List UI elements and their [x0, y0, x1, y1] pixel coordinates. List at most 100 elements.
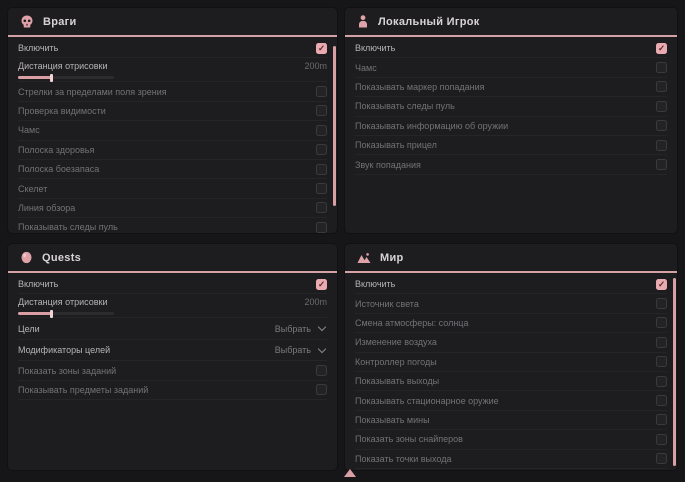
- row-toggle[interactable]: Показывать прицел: [355, 136, 667, 155]
- checkbox-unchecked[interactable]: [656, 356, 667, 367]
- toggle-label: Чамс: [355, 63, 377, 73]
- checkbox-unchecked[interactable]: [656, 414, 667, 425]
- row-toggle[interactable]: Контроллер погоды: [355, 353, 667, 372]
- row-select[interactable]: Модификаторы целейВыбрать: [18, 340, 327, 362]
- panel-header-world: Мир: [345, 244, 677, 273]
- row-toggle[interactable]: Показывать мины: [355, 411, 667, 430]
- row-toggle[interactable]: Смена атмосферы: солнца: [355, 314, 667, 333]
- checkbox-unchecked[interactable]: [316, 202, 327, 213]
- slider-thumb[interactable]: [50, 74, 53, 82]
- row-toggle[interactable]: Показать зоны снайперов: [355, 430, 667, 449]
- row-toggle[interactable]: Включить✓: [355, 275, 667, 294]
- toggle-label: Линия обзора: [18, 203, 75, 213]
- slider-track[interactable]: [18, 312, 114, 315]
- row-toggle[interactable]: Звук попадания: [355, 155, 667, 174]
- row-toggle[interactable]: Показывать маркер попадания: [355, 78, 667, 97]
- slider-fill: [18, 76, 52, 79]
- checkbox-checked[interactable]: ✓: [656, 279, 667, 290]
- toggle-label: Включить: [18, 43, 58, 53]
- checkbox-unchecked[interactable]: [656, 434, 667, 445]
- row-toggle[interactable]: Чамс: [18, 121, 327, 140]
- checkbox-checked[interactable]: ✓: [316, 279, 327, 290]
- toggle-label: Показывать прицел: [355, 140, 437, 150]
- slider-header: Дистанция отрисовки 200m: [18, 60, 327, 72]
- checkbox-unchecked[interactable]: [656, 101, 667, 112]
- checkbox-unchecked[interactable]: [316, 105, 327, 116]
- checkbox-unchecked[interactable]: [656, 395, 667, 406]
- panel-title: Мир: [380, 252, 404, 264]
- quest-icon: [20, 251, 33, 264]
- checkbox-unchecked[interactable]: [656, 62, 667, 73]
- row-toggle[interactable]: Показывать следы пуль: [18, 218, 327, 233]
- checkbox-unchecked[interactable]: [656, 376, 667, 387]
- slider-track[interactable]: [18, 76, 114, 79]
- checkbox-unchecked[interactable]: [656, 453, 667, 464]
- row-toggle[interactable]: Изменение воздуха: [355, 333, 667, 352]
- row-slider: Дистанция отрисовки 200m: [18, 58, 327, 82]
- checkbox-unchecked[interactable]: [316, 144, 327, 155]
- checkbox-unchecked[interactable]: [316, 183, 327, 194]
- checkbox-unchecked[interactable]: [656, 120, 667, 131]
- checkbox-unchecked[interactable]: [316, 125, 327, 136]
- select-dropdown[interactable]: Выбрать: [275, 345, 327, 355]
- checkbox-unchecked[interactable]: [316, 384, 327, 395]
- slider-fill: [18, 312, 52, 315]
- row-toggle[interactable]: Показывать выходы: [355, 372, 667, 391]
- row-toggle[interactable]: Включить ✓: [18, 39, 327, 58]
- checkbox-unchecked[interactable]: [316, 86, 327, 97]
- toggle-label: Источник света: [355, 299, 419, 309]
- toggle-label: Показать зоны заданий: [18, 366, 116, 376]
- panel-world: Мир Включить✓ Источник света Смена атмосфер…: [345, 244, 677, 470]
- row-toggle[interactable]: Скелет: [18, 179, 327, 198]
- checkbox-unchecked[interactable]: [656, 140, 667, 151]
- toggle-label: Показывать предметы заданий: [18, 385, 148, 395]
- panel-rows: Включить✓ Источник света Смена атмосферы: …: [345, 273, 677, 469]
- scrollbar-thumb[interactable]: [673, 278, 676, 466]
- row-select[interactable]: Цели Выбрать: [18, 318, 327, 340]
- world-icon: [357, 252, 371, 264]
- row-toggle[interactable]: Включить ✓: [18, 275, 327, 294]
- panel-rows: Включить ✓ Дистанция отрисовки 200m Стрелки …: [8, 37, 337, 233]
- checkbox-unchecked[interactable]: [316, 164, 327, 175]
- row-toggle[interactable]: Источник света: [355, 294, 667, 313]
- row-toggle[interactable]: Показывать предметы заданий: [18, 381, 327, 400]
- checkbox-checked[interactable]: ✓: [316, 43, 327, 54]
- select-label: Цели: [18, 324, 40, 334]
- toggle-label: Скелет: [18, 184, 47, 194]
- row-toggle[interactable]: Показывать стационарное оружие: [355, 391, 667, 410]
- row-toggle[interactable]: Полоска боезапаса: [18, 160, 327, 179]
- cursor-triangle-icon: [344, 469, 356, 477]
- checkbox-unchecked[interactable]: [316, 365, 327, 376]
- row-toggle[interactable]: Показать точки выхода: [355, 450, 667, 469]
- checkbox-unchecked[interactable]: [656, 317, 667, 328]
- checkbox-unchecked[interactable]: [656, 81, 667, 92]
- select-dropdown[interactable]: Выбрать: [275, 324, 327, 334]
- checkbox-unchecked[interactable]: [656, 337, 667, 348]
- row-toggle[interactable]: Показывать информацию об оружии: [355, 117, 667, 136]
- player-icon: [357, 15, 369, 28]
- row-toggle[interactable]: Полоска здоровья: [18, 141, 327, 160]
- row-toggle[interactable]: Включить✓: [355, 39, 667, 58]
- slider-label: Дистанция отрисовки: [18, 61, 108, 71]
- toggle-label: Изменение воздуха: [355, 337, 437, 347]
- panel-header-enemies: Враги: [8, 8, 337, 37]
- checkbox-checked[interactable]: ✓: [656, 43, 667, 54]
- row-toggle[interactable]: Показывать следы пуль: [355, 97, 667, 116]
- row-toggle[interactable]: Стрелки за пределами поля зрения: [18, 82, 327, 101]
- row-toggle[interactable]: Проверка видимости: [18, 102, 327, 121]
- slider-thumb[interactable]: [50, 310, 53, 318]
- row-toggle[interactable]: Линия обзора: [18, 199, 327, 218]
- chevron-down-icon: [318, 344, 326, 352]
- toggle-label: Включить: [18, 279, 58, 289]
- slider-value: 200m: [304, 61, 327, 71]
- chevron-down-icon: [318, 323, 326, 331]
- toggle-label: Полоска здоровья: [18, 145, 94, 155]
- checkbox-unchecked[interactable]: [656, 159, 667, 170]
- row-toggle[interactable]: Чамс: [355, 58, 667, 77]
- row-toggle[interactable]: Показать зоны заданий: [18, 361, 327, 380]
- checkbox-unchecked[interactable]: [316, 222, 327, 233]
- toggle-label: Проверка видимости: [18, 106, 106, 116]
- checkbox-unchecked[interactable]: [656, 298, 667, 309]
- scrollbar-thumb[interactable]: [333, 46, 336, 206]
- panel-rows: Включить✓ Чамс Показывать маркер попадания…: [345, 37, 677, 175]
